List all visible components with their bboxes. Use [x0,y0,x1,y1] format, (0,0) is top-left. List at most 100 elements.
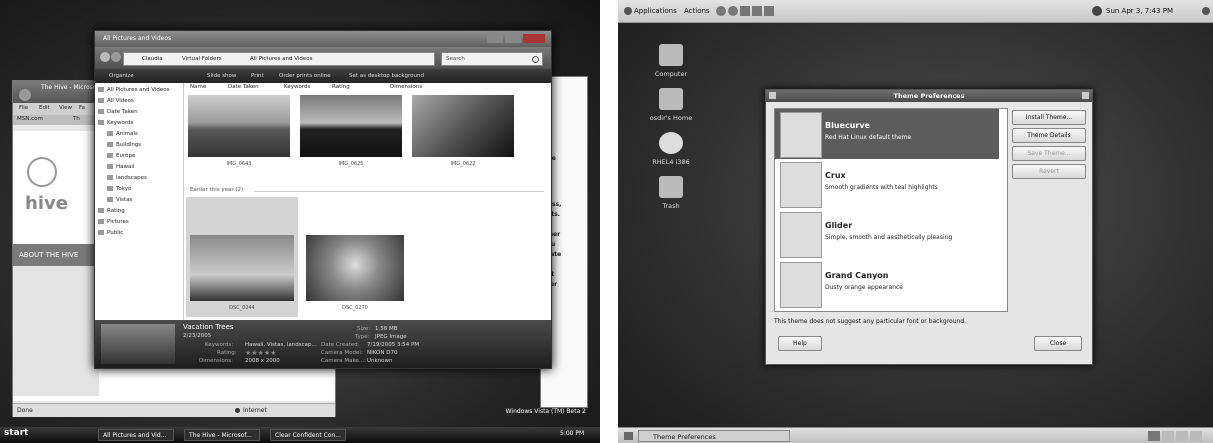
desktop-icon-trash[interactable]: Trash [636,176,706,210]
taskbar-item-theme-preferences[interactable]: Theme Preferences [638,430,790,442]
address-field[interactable]: Claudia Virtual Folders All Pictures and… [123,52,435,66]
close-icon[interactable] [1082,92,1089,99]
slideshow-button[interactable]: Slide show [207,69,236,83]
workspace-3[interactable] [1176,431,1188,441]
explorer-window[interactable]: All Pictures and Videos Claudia Virtual … [94,30,552,369]
search-input[interactable]: Search [441,52,543,66]
photo-thumbnail[interactable] [188,95,290,157]
save-theme-button[interactable]: Save Theme... [1012,146,1086,161]
rating-label: Rating: [217,350,237,356]
nav-item-rating[interactable]: Rating [98,206,125,216]
theme-details-button[interactable]: Theme Details [1012,128,1086,143]
column-header-date-taken[interactable]: Date Taken [228,84,259,90]
theme-item-glider[interactable]: Glider Simple, smooth and aesthetically … [775,209,999,259]
tag-icon [107,142,113,147]
nav-item-all-pictures[interactable]: All Pictures and Videos [98,85,169,95]
calc-launcher-icon[interactable] [764,6,774,16]
computer-icon [659,44,683,66]
column-header-name[interactable]: Name [190,84,206,90]
help-button[interactable]: Help [778,336,822,351]
desktop-icon-computer[interactable]: Computer [636,44,706,78]
rating-stars[interactable]: ★★★★★ [245,349,276,357]
print-button[interactable]: Print [251,69,264,83]
search-icon[interactable] [532,56,539,63]
email-launcher-icon[interactable] [728,6,738,16]
actions-menu[interactable]: Actions [684,0,710,22]
set-desktop-background-button[interactable]: Set as desktop background [349,69,424,83]
gnome-top-panel: Applications Actions Sun Apr 3, 7:43 PM [618,0,1213,23]
volume-icon[interactable] [1202,7,1210,15]
applications-menu[interactable]: Applications [634,0,677,22]
taskbar-item-ie[interactable]: The Hive - Microsof... [184,429,260,441]
desktop-icon-home[interactable]: osdir's Home [636,88,706,122]
breadcrumb-claudia[interactable]: Claudia [142,53,163,65]
column-header-keywords[interactable]: Keywords [284,84,310,90]
explorer-titlebar[interactable]: All Pictures and Videos [95,31,551,47]
taskbar-clock[interactable]: 5:00 PM [560,430,584,437]
ie-menu-file[interactable]: File [19,105,28,111]
organize-button[interactable]: Organize [109,69,134,83]
nav-item-buildings[interactable]: Buildings [107,140,141,150]
ie-tab-hive[interactable]: Th [73,116,80,122]
photo-thumbnail-selected[interactable] [190,235,294,301]
back-icon[interactable] [19,89,31,101]
nav-item-all-videos[interactable]: All Videos [98,96,134,106]
close-button[interactable]: Close [1034,336,1082,351]
ie-menu-view[interactable]: View [59,105,72,111]
photo-thumbnail[interactable] [412,95,514,157]
theme-list[interactable]: Bluecurve Red Hat Linux default theme Cr… [774,108,1008,312]
theme-item-bluecurve[interactable]: Bluecurve Red Hat Linux default theme [775,109,999,159]
theme-item-grand-canyon[interactable]: Grand Canyon Dusty orange appearance [775,259,999,309]
breadcrumb-all-pictures[interactable]: All Pictures and Videos [250,53,312,65]
impress-launcher-icon[interactable] [752,6,762,16]
update-status-icon[interactable] [1092,6,1102,16]
workspace-2[interactable] [1162,431,1174,441]
nav-label: Vistas [116,197,133,203]
workspace-1[interactable] [1148,431,1160,441]
desktop-icon-cdrom[interactable]: RHEL4 i386 [636,132,706,166]
close-button[interactable] [523,34,545,43]
column-header-dimensions[interactable]: Dimensions [390,84,422,90]
nav-item-tokyo[interactable]: Tokyo [107,184,131,194]
photo-thumbnail[interactable] [306,235,404,301]
ie-menu-edit[interactable]: Edit [39,105,50,111]
maximize-button[interactable] [505,34,521,43]
taskbar-item-document[interactable]: Clear Confident Con... [270,429,346,441]
keywords-value[interactable]: Hawaii, Vistas, landscap... [245,342,317,348]
nav-item-europe[interactable]: Europe [107,151,135,161]
minimize-button[interactable] [487,34,503,43]
dialog-titlebar[interactable]: Theme Preferences [766,90,1092,102]
nav-item-vistas[interactable]: Vistas [107,195,132,205]
nav-item-hawaii[interactable]: Hawaii [107,162,134,172]
nav-item-keywords[interactable]: Keywords [98,118,133,128]
breadcrumb-virtual-folders[interactable]: Virtual Folders [182,53,222,65]
revert-button[interactable]: Revert [1012,164,1086,179]
photo-thumbnail[interactable] [300,95,402,157]
show-desktop-icon[interactable] [624,432,633,440]
nav-item-pictures[interactable]: Pictures [98,217,129,227]
order-prints-button[interactable]: Order prints online [279,69,331,83]
start-button[interactable]: start [4,428,28,438]
ie-menu-favorites[interactable]: Fa [79,105,85,111]
theme-preferences-dialog[interactable]: Theme Preferences Bluecurve Red Hat Linu… [765,89,1093,365]
hive-banner[interactable]: ABOUT THE HIVE [13,244,99,266]
column-header-rating[interactable]: Rating [332,84,350,90]
panel-clock[interactable]: Sun Apr 3, 7:43 PM [1106,0,1173,22]
writer-launcher-icon[interactable] [740,6,750,16]
browser-launcher-icon[interactable] [716,6,726,16]
nav-item-date-taken[interactable]: Date Taken [98,107,138,117]
nav-item-public[interactable]: Public [98,228,123,238]
ie-tab-msn[interactable]: MSN.com [17,116,43,122]
theme-list-scrollbar[interactable] [1007,109,1008,311]
theme-item-crux[interactable]: Crux Smooth gradients with teal highligh… [775,159,999,209]
back-button[interactable] [100,52,110,62]
workspace-4[interactable] [1190,431,1202,441]
nav-item-landscapes[interactable]: landscapes [107,173,147,183]
nav-item-animals[interactable]: Animals [107,129,138,139]
forward-button[interactable] [111,52,121,62]
taskbar-item-explorer[interactable]: All Pictures and Vid... [98,429,174,441]
group-header[interactable]: Earlier this year (2) [190,187,243,193]
camera-make-value: Unknown [367,358,393,364]
install-theme-button[interactable]: Install Theme... [1012,110,1086,125]
window-menu-icon[interactable] [769,92,776,99]
